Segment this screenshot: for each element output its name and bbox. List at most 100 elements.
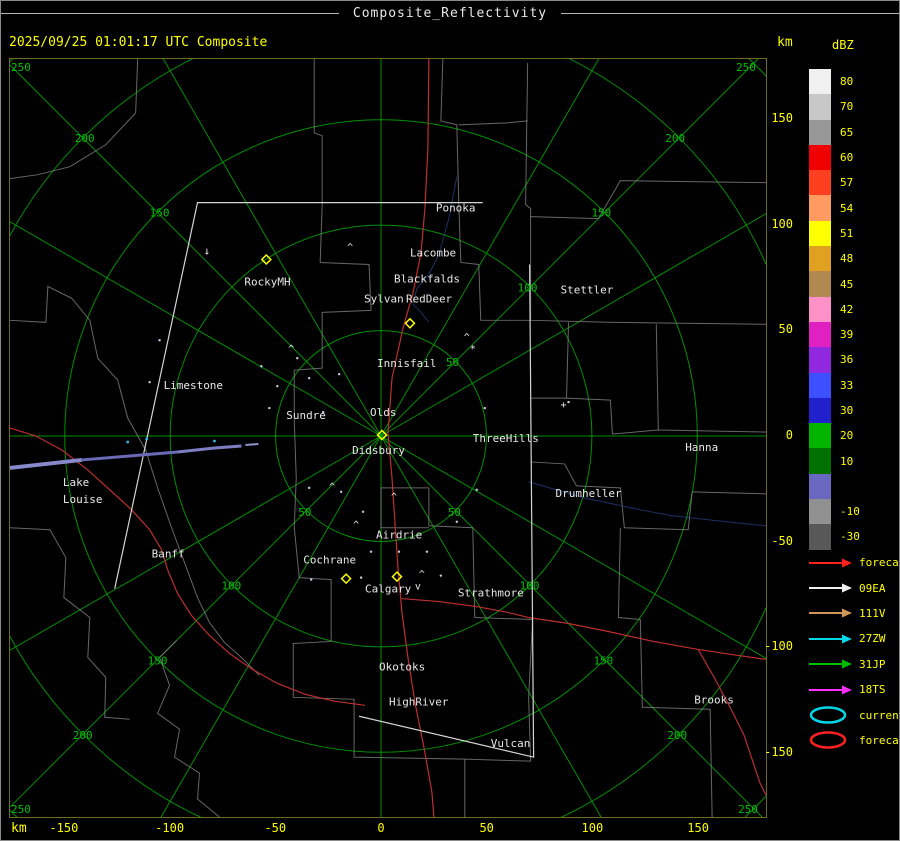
arrow-icon xyxy=(809,583,852,593)
ellipse-icon xyxy=(809,706,847,724)
legend-arrow-row: 18TS xyxy=(807,677,900,702)
colorbar-swatch xyxy=(809,347,831,373)
colorbar-entry: 45 xyxy=(809,271,860,297)
city-label: Banff xyxy=(152,548,185,561)
county-boundary xyxy=(313,59,323,205)
colorbar-entry: 42 xyxy=(809,296,860,322)
colorbar-value: 39 xyxy=(840,328,854,342)
city-label: Lake xyxy=(63,476,89,489)
right-axis-label: 0 xyxy=(785,428,793,442)
city-label: Vulcan xyxy=(491,737,531,750)
colorbar-value: 33 xyxy=(840,378,854,392)
colorbar-value: 60 xyxy=(840,151,854,165)
bottom-axis-label: -100 xyxy=(155,821,185,835)
map-dot xyxy=(158,339,161,342)
legend-arrow-row: 27ZW xyxy=(807,626,900,651)
colorbar-swatch xyxy=(809,94,831,120)
city-label: Calgary xyxy=(365,583,412,596)
colorbar-swatch xyxy=(809,296,831,322)
city-label: Limestone xyxy=(164,379,223,392)
county-boundary xyxy=(10,527,130,720)
arrow-icon xyxy=(809,634,852,644)
obs-symbol: + xyxy=(561,400,567,411)
map-dot xyxy=(339,490,343,494)
map-dot xyxy=(439,574,443,577)
obs-symbol: ^ xyxy=(288,344,294,355)
range-label: 250 xyxy=(738,803,758,816)
colorbar-entry: 57 xyxy=(809,170,860,196)
colorbar-value: 45 xyxy=(840,277,854,291)
county-boundary xyxy=(458,204,531,321)
map-dot xyxy=(361,510,365,514)
legend-arrow-row: forecast xyxy=(807,550,900,575)
colorbar-swatch xyxy=(809,372,831,398)
titlebar: Composite_Reflectivity xyxy=(1,1,899,25)
map-dot xyxy=(567,400,570,404)
radar-site-marker xyxy=(340,573,352,585)
right-axis-label: 150 xyxy=(771,110,793,125)
colorbar-entry: -10 xyxy=(809,499,860,525)
legend-label: forecast xyxy=(859,733,900,747)
arrow-icon xyxy=(809,608,852,618)
window-title: Composite_Reflectivity xyxy=(352,5,548,21)
colorbar-entry: 48 xyxy=(809,246,860,272)
arrow-icon xyxy=(809,659,852,669)
reflectivity-echo xyxy=(10,457,83,470)
city-label: Didsbury xyxy=(352,444,405,457)
colorbar-value: 70 xyxy=(840,100,854,114)
range-label: 200 xyxy=(667,729,687,742)
radar-site-marker xyxy=(404,317,416,329)
colorbar-entry: 36 xyxy=(809,347,860,373)
range-label: 200 xyxy=(73,729,93,742)
county-boundary xyxy=(380,487,429,529)
arrow-icon xyxy=(809,558,852,568)
radar-site-marker xyxy=(391,571,403,583)
obs-symbol: ^ xyxy=(353,520,359,531)
map-dot xyxy=(268,406,271,410)
colorbar-entry: 39 xyxy=(809,321,860,348)
legend-ellipse-row: forecast xyxy=(807,728,900,753)
right-axis-label: -100 xyxy=(764,639,793,654)
map-dot xyxy=(308,376,311,380)
legend-label: 31JP xyxy=(859,657,886,671)
colorbar-entry: 65 xyxy=(809,119,860,145)
colorbar-entry: 30 xyxy=(809,397,860,424)
city-label: Hanna xyxy=(685,441,718,454)
city-label: RockyMH xyxy=(244,275,290,288)
timestamp-label: 2025/09/25 01:01:17 UTC Composite xyxy=(9,35,268,50)
radar-app-window: Composite_Reflectivity 2025/09/25 01:01:… xyxy=(0,0,900,841)
map-dot xyxy=(276,384,279,388)
bottom-axis-label: 100 xyxy=(581,821,604,835)
echo-dot xyxy=(213,439,216,443)
city-label: Stettler xyxy=(561,283,614,296)
colorbar-value: 57 xyxy=(840,176,854,190)
legend-ellipse-row: current xyxy=(807,702,900,727)
bottom-axis-label: -150 xyxy=(49,821,79,835)
range-label: 150 xyxy=(593,654,613,667)
county-boundary xyxy=(292,420,466,817)
legend-label: 09EA xyxy=(859,581,886,595)
colorbar-value: 48 xyxy=(840,252,854,266)
city-label: Sylvan xyxy=(364,292,404,305)
highway-line xyxy=(697,649,766,796)
colorbar-swatch xyxy=(809,448,831,474)
colorbar-value: 36 xyxy=(840,353,854,367)
city-label: Strathmore xyxy=(458,587,524,600)
map-dot xyxy=(260,364,263,368)
radial-line xyxy=(162,59,382,437)
titlebar-rule-left xyxy=(1,12,339,14)
reflectivity-echo xyxy=(245,442,259,446)
range-label: 200 xyxy=(75,132,95,145)
city-label: ThreeHills xyxy=(473,432,539,445)
colorbar-entry: -30 xyxy=(809,524,860,550)
colorbar-value: 80 xyxy=(840,75,854,89)
colorbar-swatch xyxy=(809,195,831,221)
city-label: Drumheller xyxy=(556,487,622,500)
obs-symbol: ^ xyxy=(329,482,335,493)
right-axis-label: -150 xyxy=(764,745,793,760)
colorbar-swatch xyxy=(809,499,831,525)
map-dot xyxy=(148,380,151,384)
range-label: 50 xyxy=(446,356,459,369)
map-dot xyxy=(337,372,341,376)
map-dot xyxy=(397,550,401,553)
